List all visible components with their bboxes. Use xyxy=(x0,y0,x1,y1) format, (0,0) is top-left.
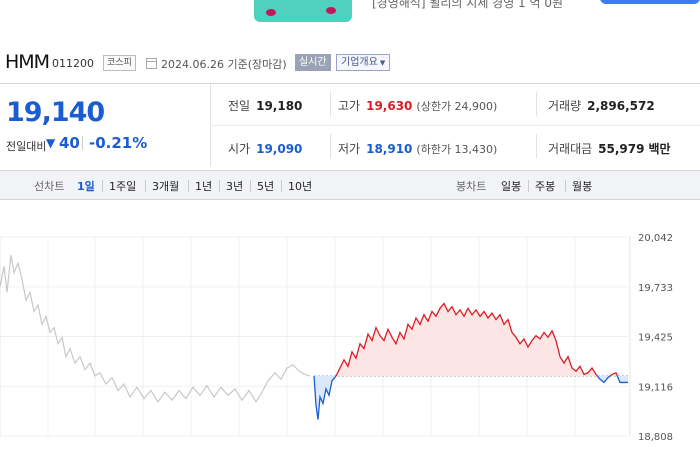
ad-image[interactable] xyxy=(254,0,352,22)
divider xyxy=(536,92,537,116)
divider xyxy=(210,125,700,126)
divider xyxy=(82,136,83,150)
divider xyxy=(536,134,537,158)
stat-unit: 백만 xyxy=(648,142,671,156)
divider xyxy=(281,180,282,192)
change-amount: 40 xyxy=(59,134,80,152)
stat-value: 19,180 xyxy=(256,99,303,113)
ad-banner[interactable]: [경영해석] 될리의 시세 경영 1 억 0원 xyxy=(0,0,700,27)
stat-label: 시가 xyxy=(228,142,251,156)
quote-date: 2024.06.26 기준(장마감) xyxy=(161,58,287,71)
divider xyxy=(330,134,331,158)
company-overview-button[interactable]: 기업개요 ▼ xyxy=(336,54,391,71)
y-tick-label: 19,733 xyxy=(638,283,673,294)
change-label: 전일대비 xyxy=(6,140,47,153)
divider xyxy=(102,180,103,192)
stat-upper-limit: (상한가 24,900) xyxy=(416,100,498,113)
tab-1w[interactable]: 1주일 xyxy=(109,178,136,194)
stat-label: 저가 xyxy=(338,142,361,156)
current-price: 19,140 xyxy=(6,97,105,128)
market-badge: 코스피 xyxy=(103,55,136,71)
ad-button[interactable] xyxy=(600,0,700,4)
tab-3y[interactable]: 3년 xyxy=(226,178,243,194)
stock-info-page: [경영해석] 될리의 시세 경영 1 억 0원 HMM 011200 코스피 2… xyxy=(0,0,700,450)
calendar-icon xyxy=(146,58,157,69)
y-tick-label: 19,116 xyxy=(638,382,673,393)
tab-1y[interactable]: 1년 xyxy=(195,178,212,194)
stat-value: 55,979 xyxy=(598,142,645,156)
ad-text[interactable]: [경영해석] 될리의 시세 경영 1 억 0원 xyxy=(372,0,563,11)
intraday-price-chart[interactable]: 20,042 19,733 19,425 19,116 18,808 xyxy=(0,200,700,450)
stat-value: 18,910 xyxy=(366,142,413,156)
divider xyxy=(145,180,146,192)
stat-open: 시가 19,090 xyxy=(228,140,302,157)
stat-label: 거래량 xyxy=(548,99,582,113)
realtime-button[interactable]: 실시간 xyxy=(295,54,331,71)
tab-5y[interactable]: 5년 xyxy=(257,178,274,194)
stock-header: HMM 011200 코스피 2024.06.26 기준(장마감) 실시간 기업… xyxy=(0,45,700,81)
stat-high: 고가 19,630 (상한가 24,900) xyxy=(338,97,497,114)
stock-code: 011200 xyxy=(52,57,94,70)
tab-weekly-candle[interactable]: 주봉 xyxy=(535,178,555,194)
divider xyxy=(565,180,566,192)
y-tick-label: 19,425 xyxy=(638,333,673,344)
tab-10y[interactable]: 10년 xyxy=(288,178,312,194)
tab-daily-candle[interactable]: 일봉 xyxy=(501,178,521,194)
change-percent: -0.21% xyxy=(89,134,148,152)
stock-name: HMM xyxy=(5,51,50,73)
candle-chart-label: 봉차트 xyxy=(456,180,487,193)
stat-value: 19,090 xyxy=(256,142,303,156)
stat-lower-limit: (하한가 13,430) xyxy=(416,143,498,156)
stat-label: 고가 xyxy=(338,99,361,113)
stat-prev-close: 전일 19,180 xyxy=(228,97,302,114)
company-overview-label: 기업개요 xyxy=(341,57,378,68)
tab-3m[interactable]: 3개월 xyxy=(152,178,179,194)
y-tick-label: 20,042 xyxy=(638,233,673,244)
stat-label: 거래대금 xyxy=(548,142,593,156)
y-tick-label: 18,808 xyxy=(638,432,673,443)
chevron-down-icon: ▼ xyxy=(379,59,386,67)
divider xyxy=(330,92,331,116)
down-arrow-icon: ▼ xyxy=(46,136,56,150)
stat-turnover: 거래대금 55,979 백만 xyxy=(548,140,671,157)
stat-value: 2,896,572 xyxy=(587,99,655,113)
stat-low: 저가 18,910 (하한가 13,430) xyxy=(338,140,497,157)
divider xyxy=(250,180,251,192)
divider xyxy=(219,180,220,192)
stat-label: 전일 xyxy=(228,99,251,113)
tab-1d[interactable]: 1일 xyxy=(77,178,95,194)
tab-monthly-candle[interactable]: 월봉 xyxy=(572,178,592,194)
line-chart-label: 선차트 xyxy=(34,180,65,193)
divider xyxy=(188,180,189,192)
divider xyxy=(528,180,529,192)
stat-value: 19,630 xyxy=(366,99,413,113)
price-panel: 19,140 전일대비 ▼ 40 -0.21% xyxy=(0,84,210,166)
stat-volume: 거래량 2,896,572 xyxy=(548,97,655,114)
chart-tabs: 선차트 1일 1주일 3개월 1년 3년 5년 10년 봉차트 일봉 주봉 월봉 xyxy=(0,170,700,200)
